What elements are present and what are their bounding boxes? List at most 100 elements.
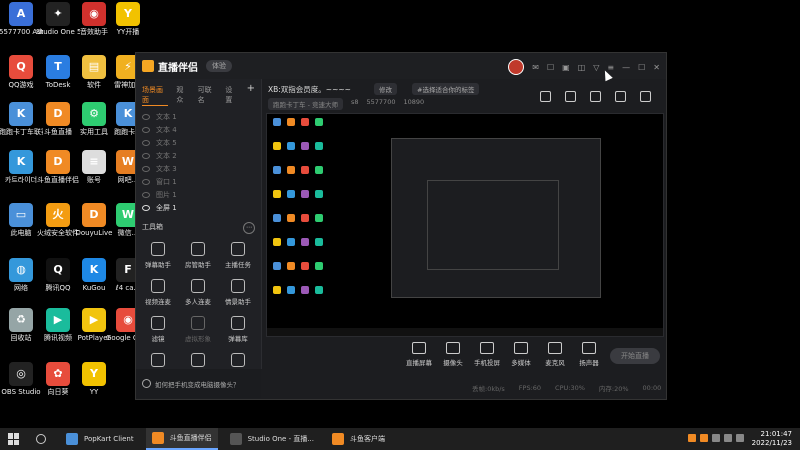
user-avatar[interactable] [508, 59, 525, 75]
filter-icon[interactable]: ▽ [593, 63, 599, 72]
source-button[interactable]: 手机投屏 [470, 340, 504, 367]
tab-item[interactable]: 观众 [176, 85, 189, 106]
skin-icon[interactable]: ▣ [562, 63, 570, 72]
tool-icon [191, 353, 205, 367]
visibility-icon[interactable] [142, 204, 150, 211]
add-scene-button[interactable]: + [247, 84, 255, 106]
layer-list: 文本 1 文本 4 文本 5 文本 2 文本 3 窗口 1 图片 1 全屏 1 [136, 110, 261, 214]
layer-label: 文本 5 [156, 138, 177, 147]
source-button[interactable]: 直播屏幕 [402, 340, 436, 367]
lock-icon[interactable] [565, 91, 576, 102]
preview-desktop-icon [287, 166, 295, 174]
app-icon: T [46, 55, 70, 79]
left-panel: 场景画面 观众 可联名 设置 + 文本 1 文本 4 文本 5 文本 2 文本 3 窗口 1 图片 … [136, 79, 262, 369]
toolbox-item[interactable]: 弹幕库 [218, 316, 258, 343]
visibility-icon[interactable] [142, 191, 150, 198]
taskbar-app[interactable]: PopKart Client [60, 428, 140, 450]
clock[interactable]: 21:01:47 2022/11/23 [752, 430, 792, 448]
more-icon[interactable]: ⋯ [243, 222, 255, 234]
tool-icon [231, 316, 245, 330]
toolbox-item[interactable]: 主播任务 [218, 242, 258, 269]
source-button[interactable]: 扬声器 [572, 340, 606, 367]
desktop-icon[interactable]: Y YY开播 [106, 2, 150, 36]
edit-title-button[interactable]: 修改 [374, 83, 397, 95]
help-link[interactable]: 如何把手机变成电脑摄像头？ [136, 369, 261, 398]
toolbox-item[interactable]: 视频连麦 [138, 279, 178, 306]
feedback-icon[interactable]: ☐ [547, 63, 554, 72]
visibility-icon[interactable] [142, 139, 150, 146]
preview-desktop-icon [287, 238, 295, 246]
source-button[interactable]: 麦克风 [538, 340, 572, 367]
source-label: 直播屏幕 [406, 359, 432, 367]
layer-item[interactable]: 窗口 1 [136, 175, 261, 188]
add-scene-icon[interactable] [540, 91, 551, 102]
toolbox-item[interactable] [178, 353, 218, 370]
preview-desktop-icon [301, 238, 309, 246]
visibility-icon[interactable] [142, 165, 150, 172]
source-label: 多媒体 [511, 359, 531, 367]
app-icon: A [9, 2, 33, 26]
app-icon: ⚙ [82, 102, 106, 126]
tray-app-icon[interactable] [688, 434, 696, 442]
toolbox-item[interactable]: 弹幕助手 [138, 242, 178, 269]
close-button[interactable]: ✕ [653, 63, 660, 72]
network-icon[interactable] [712, 434, 720, 442]
layer-item[interactable]: 文本 3 [136, 162, 261, 175]
toolbox-item[interactable]: 多人连麦 [178, 279, 218, 306]
source-label: 扬声器 [579, 359, 599, 367]
toolbox-item[interactable]: 情景助手 [218, 279, 258, 306]
tab-item[interactable]: 可联名 [198, 85, 218, 106]
app-icon: ≡ [82, 150, 106, 174]
preview-desktop-icon [301, 262, 309, 270]
message-icon[interactable]: ✉ [532, 63, 539, 72]
version-badge[interactable]: 体验 [206, 60, 232, 72]
layer-item[interactable]: 文本 4 [136, 123, 261, 136]
tool-label: 弹幕助手 [145, 261, 171, 269]
start-button[interactable] [8, 433, 20, 445]
visibility-icon[interactable] [142, 178, 150, 185]
tab-item[interactable]: 设置 [225, 85, 238, 106]
layer-item[interactable]: 文本 2 [136, 149, 261, 162]
bell-icon[interactable] [615, 91, 626, 102]
tab-item[interactable]: 场景画面 [142, 85, 169, 106]
source-button[interactable]: 多媒体 [504, 340, 538, 367]
toolbox-item[interactable]: 滤镜 [138, 316, 178, 343]
tray-icons [688, 434, 744, 442]
layer-item[interactable]: 全屏 1 [136, 201, 261, 214]
toolbox-item[interactable]: 虚拟形象 [178, 316, 218, 343]
visibility-icon[interactable] [142, 126, 150, 133]
start-live-button[interactable]: 开始直播 [610, 348, 660, 364]
taskbar-app[interactable]: 斗鱼直播伴侣 [145, 428, 218, 450]
source-button[interactable]: 摄像头 [436, 340, 470, 367]
taskbar-app[interactable]: Studio One - 直播... [224, 428, 320, 450]
app-icon: ◎ [9, 362, 33, 386]
toolbox-item[interactable] [138, 353, 178, 370]
tray-app-icon[interactable] [700, 434, 708, 442]
tag-selector[interactable]: #选择适合你的标签 [412, 83, 480, 95]
desktop-icon[interactable]: Y YY [72, 362, 116, 396]
toolbox-item[interactable]: 房管助手 [178, 242, 218, 269]
layer-item[interactable]: 文本 5 [136, 136, 261, 149]
source-icon [480, 342, 494, 354]
search-icon[interactable] [36, 434, 46, 444]
preview-desktop-icon [301, 190, 309, 198]
taskbar-app[interactable]: 斗鱼客户端 [326, 428, 391, 450]
ime-icon[interactable] [736, 434, 744, 442]
volume-icon[interactable] [724, 434, 732, 442]
preview-desktop-icon [273, 286, 281, 294]
gift-icon[interactable]: ◫ [578, 63, 586, 72]
stream-preview[interactable] [266, 113, 664, 337]
minimize-button[interactable]: — [622, 63, 630, 72]
record-icon[interactable] [590, 91, 601, 102]
room-title[interactable]: XB:双指会员度。~~~~ [268, 84, 351, 95]
layer-item[interactable]: 文本 1 [136, 110, 261, 123]
status-item: 内存:20% [598, 385, 629, 393]
title-bar: 直播伴侣 体验 ✉ ☐ ▣ ◫ ▽ ≡ — ☐ ✕ [136, 53, 666, 79]
maximize-button[interactable]: ☐ [638, 63, 645, 72]
share-icon[interactable] [640, 91, 651, 102]
layer-item[interactable]: 图片 1 [136, 188, 261, 201]
visibility-icon[interactable] [142, 113, 150, 120]
visibility-icon[interactable] [142, 152, 150, 159]
toolbox-item[interactable] [218, 353, 258, 370]
game-category[interactable]: 跑跑卡丁车 - 竞速大师 [268, 98, 343, 110]
